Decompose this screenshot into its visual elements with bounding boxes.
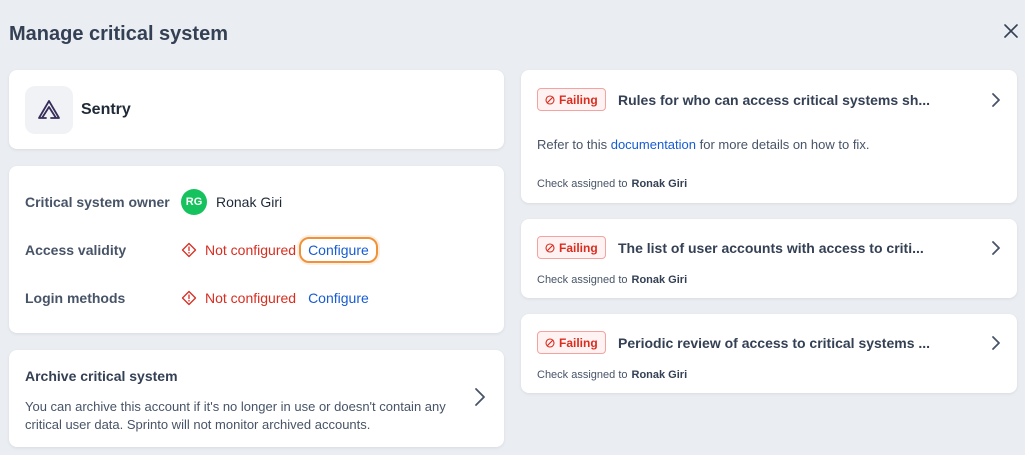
login-methods-configure-link[interactable]: Configure	[308, 290, 369, 306]
system-details-card: Critical system owner RG Ronak Giri Acce…	[9, 166, 504, 333]
refer-suffix: for more details on how to fix.	[699, 137, 870, 152]
failing-badge: Failing	[537, 236, 606, 259]
documentation-link[interactable]: documentation	[611, 137, 696, 152]
refer-prefix: Refer to this	[537, 137, 608, 152]
assigned-label: Check assigned to	[537, 178, 628, 190]
login-methods-status: Not configured	[205, 290, 297, 306]
ban-icon	[545, 94, 555, 105]
assignee-name: Ronak Giri	[631, 369, 688, 381]
access-validity-row: Access validity Not configured Configure	[25, 237, 378, 263]
badge-label: Failing	[559, 240, 598, 255]
owner-row: Critical system owner RG Ronak Giri	[25, 189, 283, 215]
check-title: The list of user accounts with access to…	[618, 240, 924, 256]
sentry-icon	[38, 100, 60, 119]
failing-badge: Failing	[537, 331, 606, 354]
owner-name: Ronak Giri	[216, 194, 283, 210]
assignee-name: Ronak Giri	[631, 274, 688, 286]
archive-title: Archive critical system	[25, 368, 178, 384]
ban-icon	[545, 242, 555, 253]
check-assignment: Check assigned to Ronak Giri	[537, 369, 687, 381]
check-card[interactable]: Failing Rules for who can access critica…	[521, 70, 1017, 203]
warning-icon	[181, 290, 197, 306]
page-title: Manage critical system	[9, 23, 228, 45]
system-name: Sentry	[81, 101, 131, 118]
check-card[interactable]: Failing The list of user accounts with a…	[521, 219, 1017, 298]
login-methods-row: Login methods Not configured Configure	[25, 286, 369, 310]
archive-description: You can archive this account if it's no …	[25, 399, 446, 432]
ban-icon	[545, 337, 555, 348]
close-button[interactable]	[1001, 21, 1021, 41]
check-assignment: Check assigned to Ronak Giri	[537, 178, 687, 190]
sentry-logo	[25, 86, 73, 134]
system-card: Sentry	[9, 70, 504, 149]
badge-label: Failing	[559, 92, 598, 107]
warning-icon	[181, 242, 197, 258]
assigned-label: Check assigned to	[537, 369, 628, 381]
chevron-right-icon[interactable]	[990, 240, 1002, 256]
badge-label: Failing	[559, 335, 598, 350]
login-methods-label: Login methods	[25, 290, 126, 306]
access-validity-configure-link[interactable]: Configure	[299, 237, 378, 263]
check-title: Rules for who can access critical system…	[618, 92, 931, 108]
check-assignment: Check assigned to Ronak Giri	[537, 274, 687, 286]
access-validity-status: Not configured	[205, 242, 297, 258]
assigned-label: Check assigned to	[537, 274, 628, 286]
chevron-right-icon[interactable]	[990, 92, 1002, 108]
close-icon[interactable]	[1004, 24, 1018, 38]
archive-card[interactable]: Archive critical system You can archive …	[9, 350, 504, 447]
chevron-right-icon[interactable]	[990, 335, 1002, 351]
access-validity-label: Access validity	[25, 242, 127, 258]
owner-label: Critical system owner	[25, 194, 170, 210]
check-title: Periodic review of access to critical sy…	[618, 335, 931, 351]
fix-instructions: Refer to this documentation for more det…	[537, 137, 869, 152]
failing-badge: Failing	[537, 88, 606, 111]
check-card[interactable]: Failing Periodic review of access to cri…	[521, 314, 1017, 393]
avatar: RG	[181, 189, 207, 215]
assignee-name: Ronak Giri	[631, 178, 688, 190]
chevron-right-icon[interactable]	[472, 387, 488, 407]
